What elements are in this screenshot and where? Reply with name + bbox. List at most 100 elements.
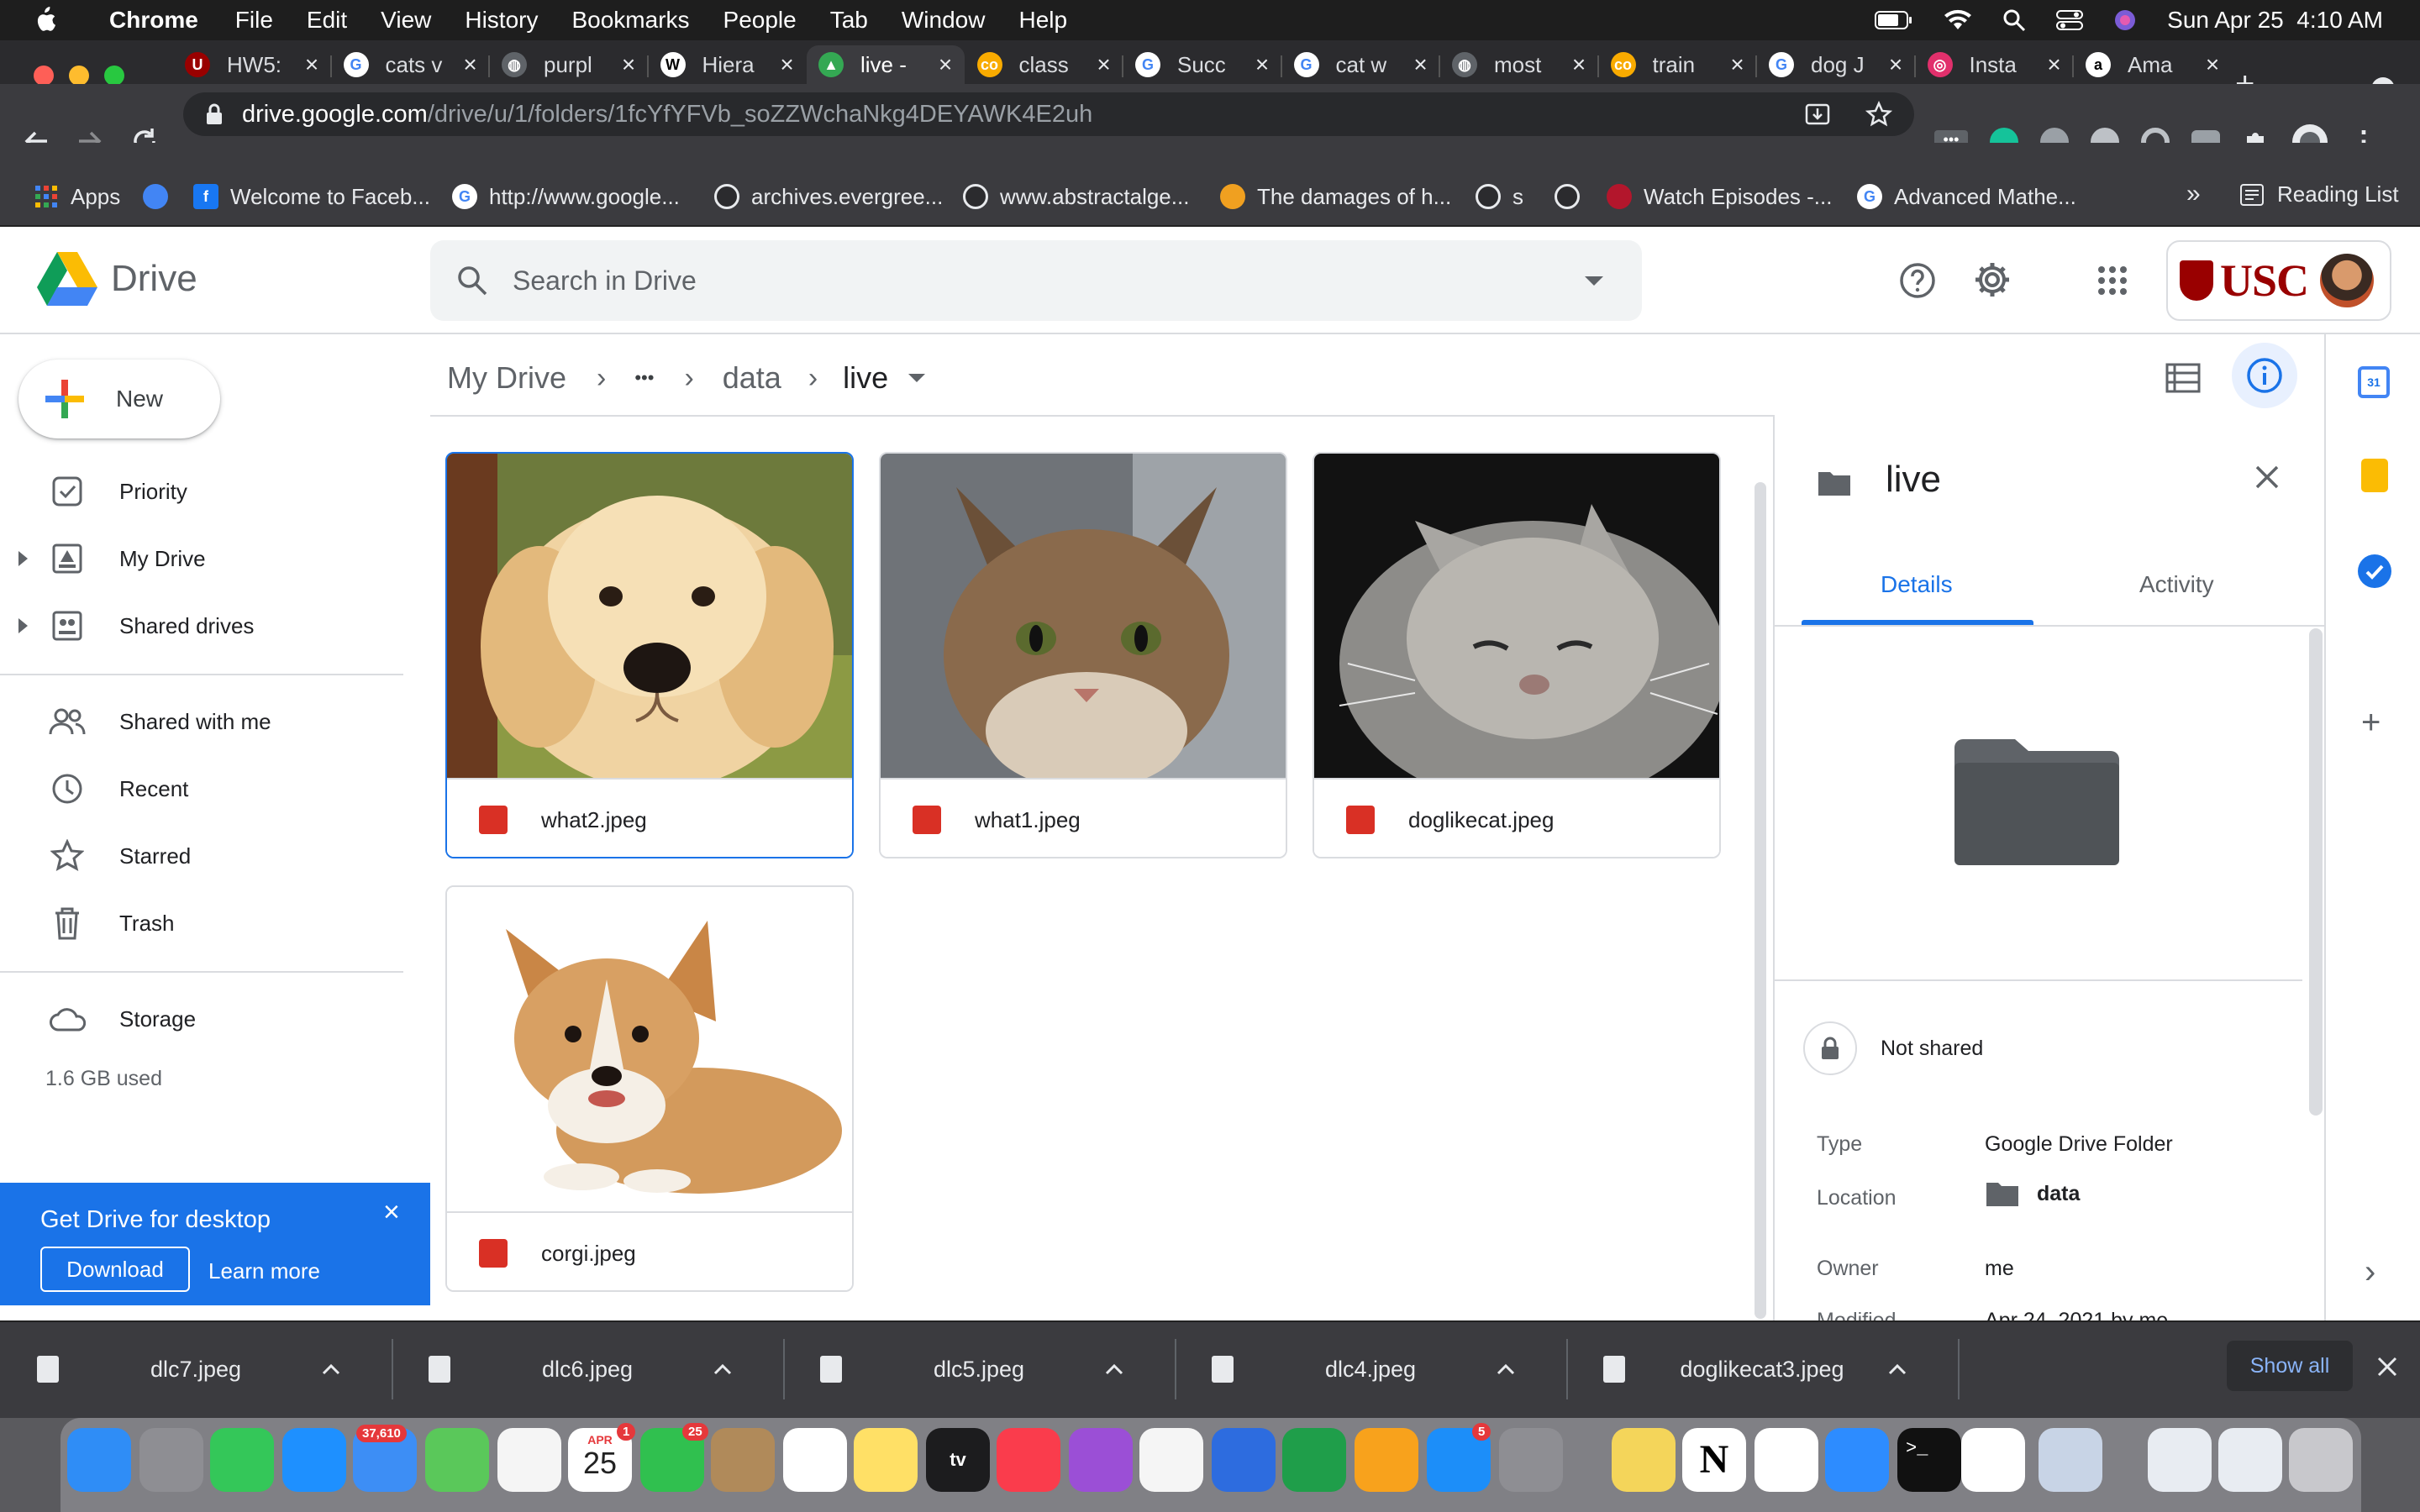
music-dock-icon[interactable] [997,1428,1060,1492]
show-all-downloads-button[interactable]: Show all [2227,1341,2353,1391]
address-bar[interactable]: drive.google.com/drive/u/1/folders/1fcYf… [183,92,1914,136]
reminders-dock-icon[interactable] [783,1428,847,1492]
zoom-window-button[interactable] [104,66,124,86]
close-tab-icon[interactable]: × [1408,51,1434,78]
sidebar-item-my-drive[interactable]: My Drive [0,529,403,588]
close-window-button[interactable] [34,66,54,86]
downloads-dock-icon[interactable] [2218,1428,2282,1492]
help-icon[interactable] [1899,262,1936,299]
trash-dock-icon[interactable] [2289,1428,2353,1492]
hdf-dock-icon[interactable] [1961,1428,2025,1492]
download-item[interactable]: dlc4.jpeg [1175,1320,1566,1418]
close-tab-icon[interactable]: × [933,51,958,78]
search-options-icon[interactable] [1585,276,1603,286]
promo-learn-more-link[interactable]: Learn more [208,1258,320,1284]
close-tab-icon[interactable]: × [616,51,641,78]
menu-window[interactable]: Window [902,7,986,34]
details-close-icon[interactable] [2252,462,2282,492]
sidebar-item-recent[interactable]: Recent [0,759,403,818]
bookmark-item[interactable]: G Advanced Mathe... [1857,181,2076,212]
menu-tab[interactable]: Tab [830,7,868,34]
minimize-window-button[interactable] [69,66,89,86]
menu-people[interactable]: People [723,7,797,34]
bookmark-item[interactable]: www.abstractalge... [963,181,1189,212]
siri-icon[interactable] [2113,8,2137,32]
close-tab-icon[interactable]: × [1883,51,1908,78]
safari-dock-icon[interactable] [282,1428,346,1492]
breadcrumb-data[interactable]: data [723,360,781,396]
maps-dock-icon[interactable] [425,1428,489,1492]
spotlight-icon[interactable] [2002,8,2026,32]
close-tab-icon[interactable]: × [1249,51,1275,78]
chevron-up-icon[interactable] [321,1362,341,1376]
keep-addon-icon[interactable] [2361,459,2388,492]
close-tab-icon[interactable]: × [1566,51,1591,78]
browser-tab[interactable]: W Hiera × [649,45,807,84]
close-tab-icon[interactable]: × [2042,51,2067,78]
settings-gear-icon[interactable] [1973,260,2012,299]
news-dock-icon[interactable] [1139,1428,1203,1492]
browser-tab[interactable]: co class × [965,45,1123,84]
close-tab-icon[interactable]: × [775,51,800,78]
download-item[interactable]: doglikecat3.jpeg [1566,1320,1958,1418]
file-grid-scrollbar[interactable] [1754,482,1766,1319]
calendar-addon-icon[interactable]: 31 [2358,366,2390,398]
browser-tab[interactable]: ▲ live - × [807,45,965,84]
breadcrumb-overflow-button[interactable]: ••• [634,367,654,389]
lock-icon[interactable] [205,102,224,126]
search-input[interactable] [513,265,1521,297]
photos-dock-icon[interactable] [497,1428,561,1492]
bookmark-item[interactable] [1555,181,1591,212]
close-tab-icon[interactable]: × [299,51,324,78]
sidebar-item-storage[interactable]: Storage [0,990,403,1048]
reading-list-button[interactable]: Reading List [2240,181,2399,207]
menu-bookmarks[interactable]: Bookmarks [571,7,689,34]
sidebar-item-shared-with-me[interactable]: Shared with me [0,692,403,751]
control-center-icon[interactable] [2056,9,2084,31]
browser-tab[interactable]: Gdog J × [1757,45,1915,84]
bookmark-item[interactable]: The damages of h... [1220,181,1451,212]
chevron-up-icon[interactable] [713,1362,733,1376]
download-item[interactable]: dlc7.jpeg [0,1320,392,1418]
tab-activity[interactable]: Activity [2139,571,2214,598]
breadcrumb-my-drive[interactable]: My Drive [447,360,566,396]
browser-tab[interactable]: G Succ × [1123,45,1281,84]
menu-history[interactable]: History [465,7,538,34]
close-tab-icon[interactable]: × [2200,51,2225,78]
menu-view[interactable]: View [381,7,431,34]
close-tab-icon[interactable]: × [1725,51,1750,78]
browser-tab[interactable]: a Ama × [2074,45,2232,84]
details-scrollbar[interactable] [2309,628,2323,1116]
file-card[interactable]: what1.jpeg [879,452,1287,858]
pages-dock-icon[interactable] [1355,1428,1418,1492]
bookmark-item[interactable]: archives.evergree... [714,181,943,212]
expand-arrow-icon[interactable] [18,551,28,566]
menu-file[interactable]: File [235,7,273,34]
wifi-icon[interactable] [1944,9,1972,31]
terminal-dock-icon[interactable]: >_ [1897,1428,1961,1492]
details-info-button[interactable] [2232,343,2297,408]
bookmark-item[interactable]: s [1476,181,1523,212]
menu-help[interactable]: Help [1018,7,1067,34]
show-side-panel-icon[interactable]: › [2365,1255,2375,1289]
new-button[interactable]: New [18,360,220,438]
browser-tab[interactable]: ◍ purpl × [490,45,648,84]
search-icon[interactable] [455,264,489,297]
keynote-dock-icon[interactable] [1212,1428,1276,1492]
sidebar-item-starred[interactable]: Starred [0,827,403,885]
launchpad-dock-icon[interactable] [139,1428,203,1492]
file-card[interactable]: what2.jpeg [445,452,854,858]
expand-arrow-icon[interactable] [18,618,28,633]
chevron-up-icon[interactable] [1496,1362,1516,1376]
file-card[interactable]: doglikecat.jpeg [1313,452,1721,858]
battery-icon[interactable] [1875,11,1913,29]
menubar-app-name[interactable]: Chrome [109,7,198,34]
tab-details[interactable]: Details [1881,571,1953,598]
sidebar-item-priority[interactable]: Priority [0,462,403,521]
account-switcher[interactable]: USC [2166,240,2391,321]
close-tab-icon[interactable]: × [1092,51,1117,78]
browser-tab[interactable]: co train × [1599,45,1757,84]
stickies-dock-icon[interactable] [1612,1428,1676,1492]
sidebar-item-trash[interactable]: Trash [0,894,403,953]
apple-icon[interactable] [32,6,57,34]
